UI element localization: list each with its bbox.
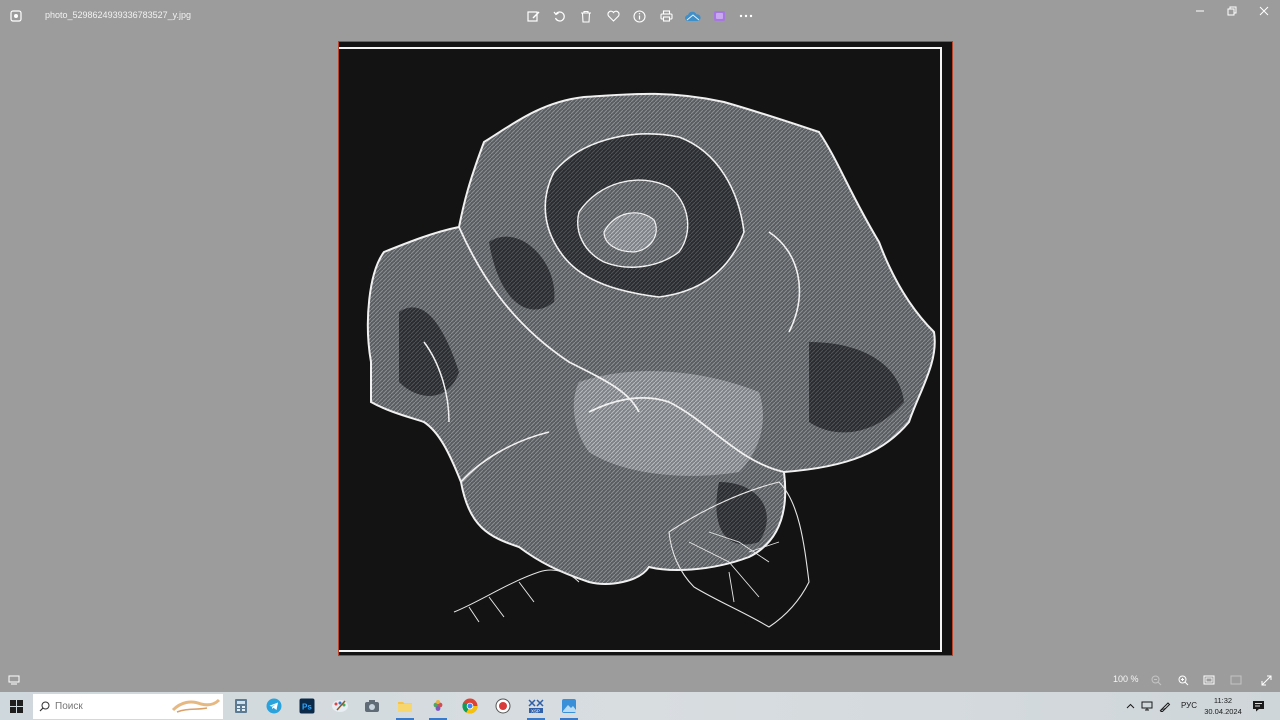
more-options-icon[interactable]	[733, 4, 760, 28]
edit-image-icon[interactable]	[520, 4, 547, 28]
chrome-icon[interactable]	[458, 694, 482, 718]
filmstrip-toggle-icon[interactable]	[6, 672, 22, 688]
info-icon[interactable]	[626, 4, 653, 28]
svg-text:XSP: XSP	[531, 708, 540, 713]
file-name: photo_5298624939336783527_y.jpg	[45, 10, 191, 20]
search-highlight-art	[171, 698, 221, 713]
taskbar-search[interactable]	[33, 694, 223, 719]
windows-taskbar: Ps XSP РУС 11:32 30.04.2024	[0, 692, 1280, 720]
grapes-app-icon[interactable]	[426, 694, 450, 720]
photo-viewport[interactable]	[338, 41, 953, 656]
image-toolbar	[520, 4, 759, 28]
title-bar: photo_5298624939336783527_y.jpg	[0, 0, 1280, 32]
restore-icon[interactable]	[1216, 0, 1248, 22]
pen-input-icon[interactable]	[1159, 692, 1171, 720]
clock-time: 11:32	[1213, 696, 1233, 705]
pattern-maker-icon[interactable]: XSP	[524, 694, 548, 720]
onedrive-cloud-icon[interactable]	[680, 4, 707, 28]
telegram-icon[interactable]	[262, 694, 286, 718]
close-icon[interactable]	[1248, 0, 1280, 22]
print-icon[interactable]	[653, 4, 680, 28]
recorder-icon[interactable]	[491, 694, 515, 718]
photos-icon[interactable]	[557, 694, 581, 720]
actual-size-icon[interactable]	[1228, 672, 1244, 688]
rose-pattern-image	[366, 92, 936, 628]
full-screen-icon[interactable]	[1258, 672, 1274, 688]
status-bar: 100 %	[0, 668, 1280, 692]
file-explorer-icon[interactable]	[393, 694, 417, 720]
delete-icon[interactable]	[573, 4, 600, 28]
paint-icon[interactable]	[328, 694, 352, 718]
minimize-icon[interactable]	[1184, 0, 1216, 22]
network-icon[interactable]	[1141, 692, 1153, 720]
clock-date: 30.04.2024	[1204, 707, 1242, 716]
fit-to-window-icon[interactable]	[1201, 672, 1217, 688]
svg-text:Ps: Ps	[302, 703, 312, 712]
photos-app-icon	[6, 6, 26, 26]
calculator-icon[interactable]	[229, 694, 253, 718]
favorite-heart-icon[interactable]	[600, 4, 627, 28]
system-clock[interactable]: 11:32 30.04.2024	[1203, 695, 1243, 717]
rotate-icon[interactable]	[547, 4, 574, 28]
clipchamp-icon[interactable]	[706, 4, 733, 28]
window-controls	[1184, 0, 1280, 22]
zoom-level[interactable]: 100 %	[1113, 674, 1139, 684]
camera-icon[interactable]	[360, 694, 384, 718]
keyboard-language[interactable]: РУС	[1181, 701, 1197, 710]
search-icon	[33, 701, 55, 712]
search-input[interactable]	[55, 701, 175, 712]
zoom-in-icon[interactable]	[1175, 672, 1191, 688]
photoshop-icon[interactable]: Ps	[295, 694, 319, 718]
zoom-out-icon[interactable]	[1148, 672, 1164, 688]
windows-start-icon[interactable]	[0, 692, 32, 720]
notification-center-icon[interactable]	[1250, 698, 1266, 714]
tray-chevron-icon[interactable]	[1126, 692, 1135, 720]
